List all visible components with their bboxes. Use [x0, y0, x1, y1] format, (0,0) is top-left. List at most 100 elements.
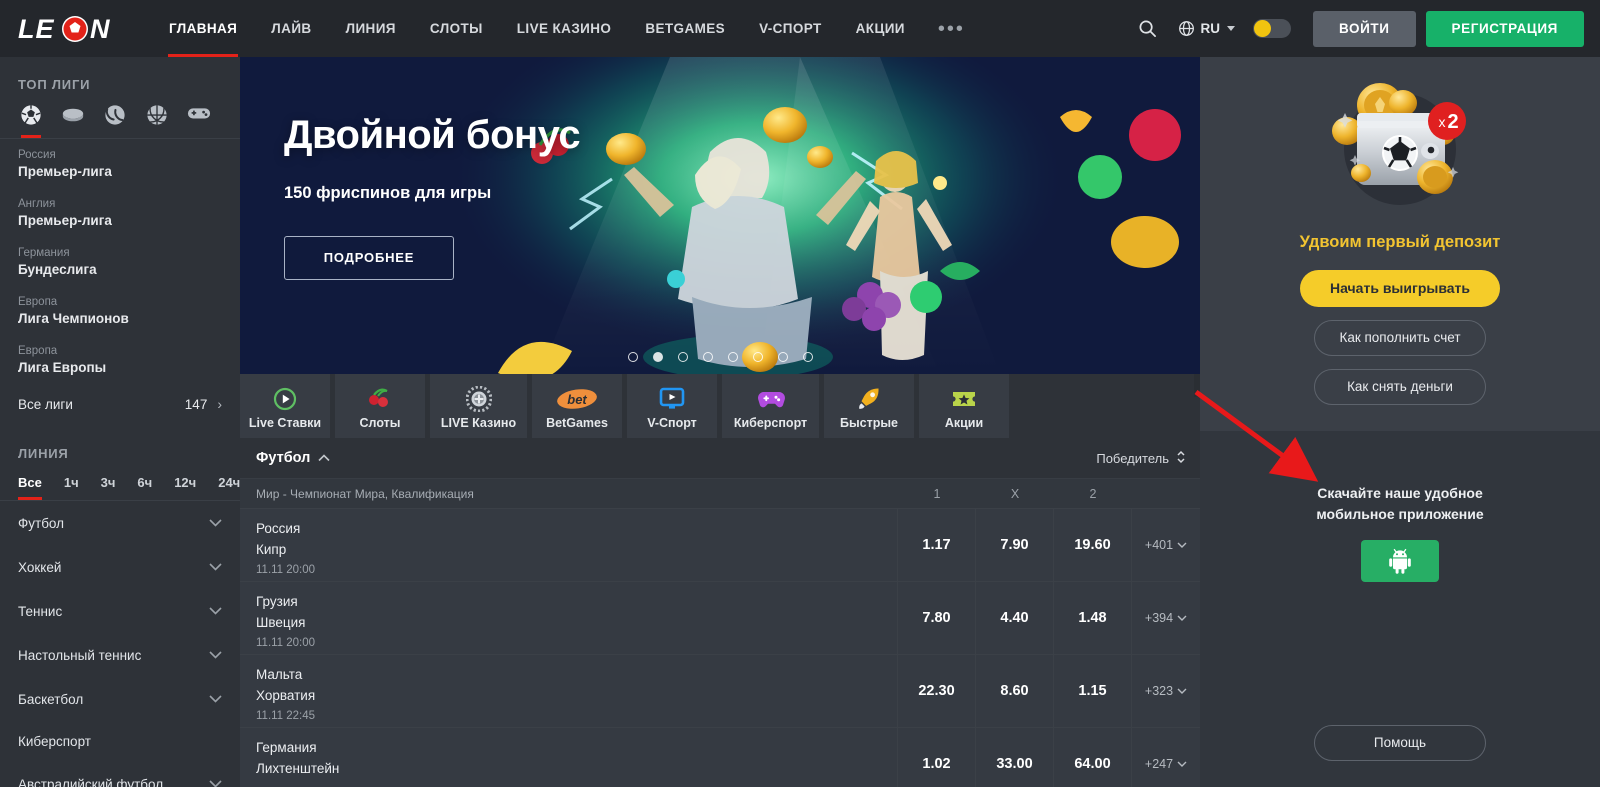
nav-item-live[interactable]: ЛАЙВ	[254, 0, 328, 57]
chevron-up-icon[interactable]	[318, 451, 330, 465]
esports-gamepad-icon[interactable]	[186, 104, 212, 138]
match-info[interactable]: Мальта Хорватия 11.11 22:45	[240, 655, 898, 727]
category-label: Баскетбол	[18, 691, 84, 707]
mobile-app-line2: мобильное приложение	[1316, 506, 1484, 522]
register-button[interactable]: РЕГИСТРАЦИЯ	[1425, 10, 1584, 47]
match-table: Мир - Чемпионат Мира, Квалификация 1 X 2…	[240, 479, 1200, 787]
more-markets-button[interactable]: +247	[1132, 728, 1200, 787]
time-filter-1h[interactable]: 1ч	[64, 471, 79, 500]
quick-link-label: Киберспорт	[733, 416, 808, 430]
odd-cell-1[interactable]: 7.80	[898, 582, 976, 654]
hockey-puck-icon[interactable]	[60, 104, 86, 138]
chevron-down-icon	[209, 646, 222, 664]
table-row[interactable]: Германия Лихтенштейн 1.02 33.00 64.00 +2…	[240, 728, 1200, 787]
league-country: Россия	[18, 149, 56, 161]
nav-item-promotions[interactable]: АКЦИИ	[839, 0, 922, 57]
page-body: ТОП ЛИГИ Россия Премьер-лига Англия Прем…	[0, 57, 1600, 787]
how-to-withdraw-button[interactable]: Как снять деньги	[1314, 369, 1486, 405]
odd-cell-x[interactable]: 33.00	[976, 728, 1054, 787]
league-country: Германия	[18, 247, 70, 259]
time-filter-3h[interactable]: 3ч	[101, 471, 116, 500]
odd-cell-x[interactable]: 4.40	[976, 582, 1054, 654]
sidebar-league-item[interactable]: Англия Премьер-лига	[0, 188, 240, 237]
sidebar-league-item[interactable]: Россия Премьер-лига	[0, 139, 240, 188]
category-label: Киберспорт	[18, 734, 91, 749]
sidebar-category-hockey[interactable]: Хоккей	[0, 545, 240, 589]
quick-link-live-casino[interactable]: LIVE Казино	[430, 374, 527, 438]
odd-cell-1[interactable]: 1.02	[898, 728, 976, 787]
tennis-ball-icon[interactable]	[102, 104, 128, 138]
odd-cell-1[interactable]: 1.17	[898, 509, 976, 581]
sidebar-category-esports[interactable]: Киберспорт	[0, 721, 240, 762]
sidebar-league-item[interactable]: Германия Бундеслига	[0, 237, 240, 286]
nav-item-line[interactable]: ЛИНИЯ	[329, 0, 413, 57]
language-selector[interactable]: RU	[1178, 20, 1235, 37]
sidebar-category-table-tennis[interactable]: Настольный теннис	[0, 633, 240, 677]
odd-cell-2[interactable]: 19.60	[1054, 509, 1132, 581]
theme-toggle[interactable]	[1252, 19, 1291, 38]
sidebar-category-tennis[interactable]: Теннис	[0, 589, 240, 633]
odd-cell-2[interactable]: 1.15	[1054, 655, 1132, 727]
start-winning-button[interactable]: Начать выигрывать	[1300, 270, 1500, 307]
sidebar-category-aussie-rules[interactable]: Австралийский футбол	[0, 762, 240, 787]
football-icon[interactable]	[18, 104, 44, 138]
match-info[interactable]: Германия Лихтенштейн	[240, 728, 898, 787]
odd-cell-1[interactable]: 22.30	[898, 655, 976, 727]
quick-link-live-bets[interactable]: Live Ставки	[240, 374, 330, 438]
match-info[interactable]: Грузия Швеция 11.11 20:00	[240, 582, 898, 654]
time-filter-all[interactable]: Все	[18, 471, 42, 500]
more-markets-button[interactable]: +401	[1132, 509, 1200, 581]
quick-link-betgames[interactable]: bet BetGames	[532, 374, 622, 438]
leon-logo[interactable]: LE N	[18, 12, 122, 46]
quick-link-promotions[interactable]: Акции	[919, 374, 1009, 438]
odd-cell-x[interactable]: 8.60	[976, 655, 1054, 727]
nav-item-live-casino[interactable]: LIVE КАЗИНО	[500, 0, 629, 57]
table-row[interactable]: Грузия Швеция 11.11 20:00 7.80 4.40 1.48…	[240, 582, 1200, 655]
nav-more-button[interactable]: •••	[922, 9, 981, 49]
how-to-deposit-button[interactable]: Как пополнить счет	[1314, 320, 1486, 356]
carousel-dot[interactable]	[627, 352, 638, 362]
odd-cell-x[interactable]: 7.90	[976, 509, 1054, 581]
carousel-dot[interactable]	[677, 352, 688, 362]
banner-details-button[interactable]: ПОДРОБНЕЕ	[284, 236, 454, 280]
nav-item-betgames[interactable]: BETGAMES	[628, 0, 742, 57]
sort-selector[interactable]: Победитель	[1096, 450, 1186, 467]
more-markets-button[interactable]: +323	[1132, 655, 1200, 727]
search-icon[interactable]	[1130, 12, 1164, 46]
nav-item-vsport[interactable]: V-СПОРТ	[742, 0, 839, 57]
team-away: Швеция	[256, 615, 306, 630]
time-filter-24h[interactable]: 24ч	[218, 471, 240, 500]
main-nav: ГЛАВНАЯ ЛАЙВ ЛИНИЯ СЛОТЫ LIVE КАЗИНО BET…	[152, 0, 981, 57]
sidebar-category-basketball[interactable]: Баскетбол	[0, 677, 240, 721]
sidebar-league-item[interactable]: Европа Лига Европы	[0, 335, 240, 384]
sidebar-category-football[interactable]: Футбол	[0, 501, 240, 545]
quick-link-fast-games[interactable]: Быстрые	[824, 374, 914, 438]
match-info[interactable]: Россия Кипр 11.11 20:00	[240, 509, 898, 581]
android-download-button[interactable]	[1361, 540, 1439, 582]
carousel-dot[interactable]	[752, 352, 763, 362]
odd-cell-2[interactable]: 1.48	[1054, 582, 1132, 654]
quick-link-vsport[interactable]: V-Спорт	[627, 374, 717, 438]
promo-banner-carousel[interactable]: 7 Двойной бонус 150 фриспинов для игры П…	[240, 57, 1200, 374]
table-row[interactable]: Мальта Хорватия 11.11 22:45 22.30 8.60 1…	[240, 655, 1200, 728]
carousel-dot[interactable]	[802, 352, 813, 362]
table-row[interactable]: Россия Кипр 11.11 20:00 1.17 7.90 19.60 …	[240, 509, 1200, 582]
carousel-dot[interactable]	[727, 352, 738, 362]
login-button[interactable]: ВОЙТИ	[1312, 10, 1416, 47]
mobile-app-text: Скачайте наше удобное мобильное приложен…	[1316, 483, 1483, 525]
carousel-dot[interactable]	[777, 352, 788, 362]
time-filter-6h[interactable]: 6ч	[137, 471, 152, 500]
carousel-dot[interactable]	[702, 352, 713, 362]
time-filter-12h[interactable]: 12ч	[174, 471, 196, 500]
quick-link-slots[interactable]: Слоты	[335, 374, 425, 438]
help-button[interactable]: Помощь	[1314, 725, 1486, 761]
sidebar-league-item[interactable]: Европа Лига Чемпионов	[0, 286, 240, 335]
more-markets-button[interactable]: +394	[1132, 582, 1200, 654]
quick-link-esports[interactable]: Киберспорт	[722, 374, 819, 438]
carousel-dot-active[interactable]	[652, 352, 663, 362]
all-leagues-button[interactable]: Все лиги 147 ›	[0, 384, 240, 422]
odd-cell-2[interactable]: 64.00	[1054, 728, 1132, 787]
nav-item-slots[interactable]: СЛОТЫ	[413, 0, 500, 57]
basketball-icon[interactable]	[144, 104, 170, 138]
nav-item-home[interactable]: ГЛАВНАЯ	[152, 0, 254, 57]
